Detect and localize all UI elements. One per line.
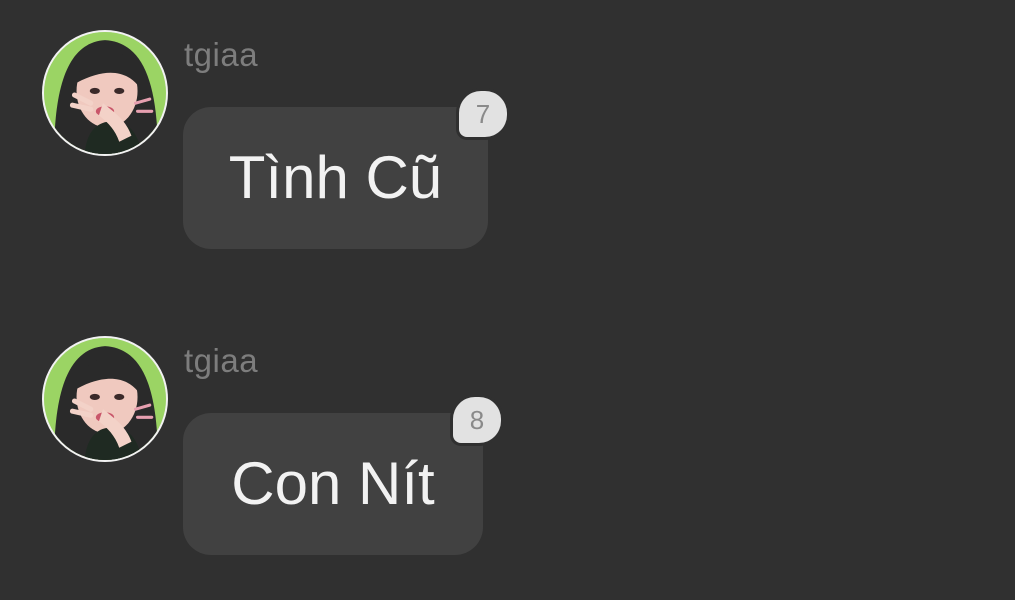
message-text: Con Nít bbox=[231, 450, 435, 517]
avatar[interactable] bbox=[42, 30, 168, 156]
username[interactable]: tgiaa bbox=[184, 36, 258, 74]
user-photo-icon bbox=[44, 32, 166, 154]
chat-message: tgiaa Con Nít 8 bbox=[0, 306, 1015, 566]
username[interactable]: tgiaa bbox=[184, 342, 258, 380]
reaction-count-badge[interactable]: 8 bbox=[453, 397, 501, 443]
message-bubble[interactable]: Tình Cũ bbox=[183, 107, 488, 249]
chat-message: tgiaa Tình Cũ 7 bbox=[0, 0, 1015, 260]
message-bubble[interactable]: Con Nít bbox=[183, 413, 483, 555]
avatar[interactable] bbox=[42, 336, 168, 462]
user-photo-icon bbox=[44, 338, 166, 460]
message-text: Tình Cũ bbox=[228, 144, 443, 211]
chat-thread: tgiaa Tình Cũ 7 tgiaa Con Nít 8 bbox=[0, 0, 1015, 600]
reaction-count-badge[interactable]: 7 bbox=[459, 91, 507, 137]
